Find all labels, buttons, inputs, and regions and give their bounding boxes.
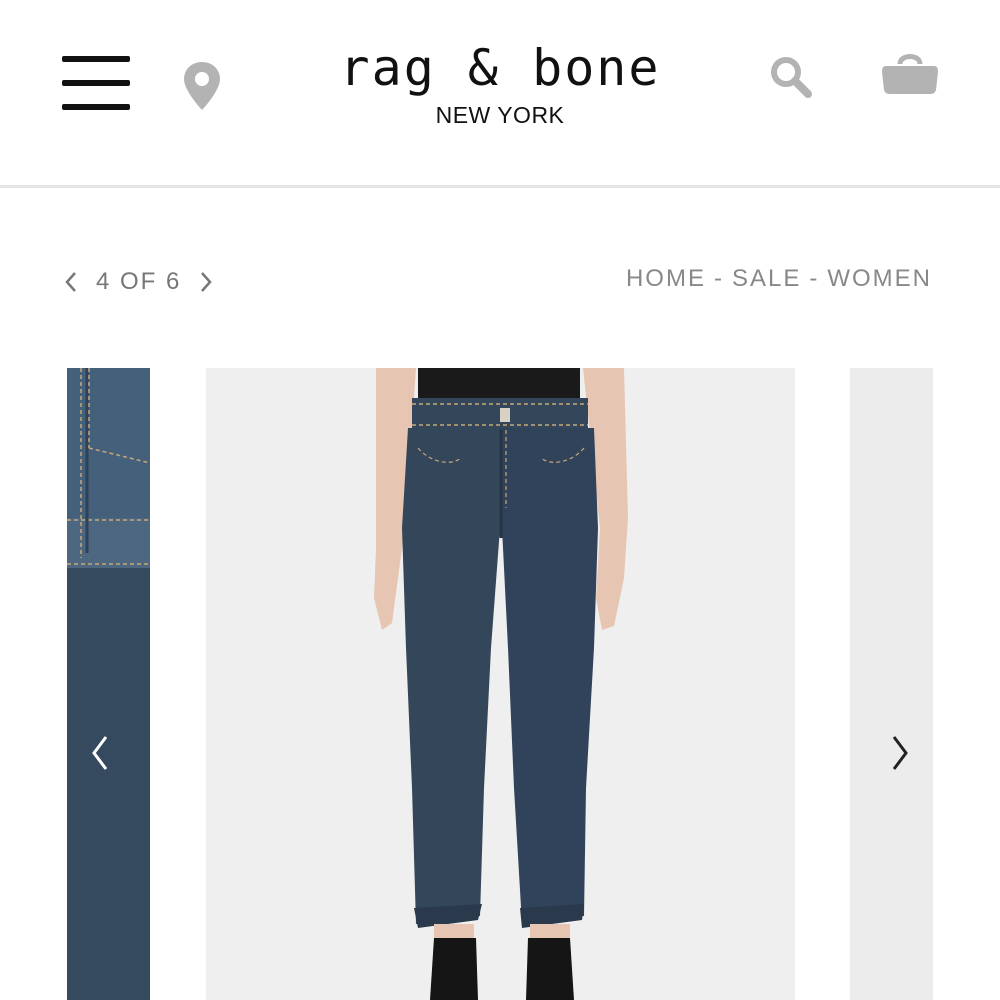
menu-bar <box>62 104 130 110</box>
carousel-next-button[interactable] <box>880 723 920 783</box>
jeans-model-image <box>206 368 795 1000</box>
previous-product-image[interactable] <box>67 368 150 1000</box>
shopping-bag-button[interactable] <box>880 46 940 98</box>
search-button[interactable] <box>768 54 814 100</box>
brand-logo[interactable]: rag & bone NEW YORK <box>300 38 700 129</box>
product-pager: 4 OF 6 <box>58 262 219 302</box>
denim-closeup-image <box>67 368 150 1000</box>
site-header: rag & bone NEW YORK <box>0 0 1000 188</box>
chevron-right-icon <box>201 272 213 292</box>
next-product-image-preview <box>850 368 933 1000</box>
search-icon <box>771 57 812 98</box>
store-locator-button[interactable] <box>180 60 224 112</box>
next-product-image[interactable] <box>850 368 933 1000</box>
menu-bar <box>62 80 130 86</box>
hamburger-menu-button[interactable] <box>62 54 130 112</box>
location-pin-icon <box>184 62 220 110</box>
main-product-image[interactable] <box>206 368 795 1000</box>
breadcrumb-separator: - <box>713 265 724 292</box>
logo-wordmark: rag & bone <box>339 39 661 97</box>
pager-count: 4 OF 6 <box>96 268 182 295</box>
breadcrumb-women[interactable]: WOMEN <box>827 265 932 293</box>
breadcrumb: HOME - SALE - WOMEN <box>626 262 932 296</box>
chevron-left-icon <box>65 272 76 292</box>
pager-next-button[interactable] <box>193 264 219 300</box>
carousel-prev-button[interactable] <box>80 723 120 783</box>
pager-prev-button[interactable] <box>58 264 84 300</box>
shopping-bag-icon <box>882 54 938 94</box>
logo-subtitle: NEW YORK <box>435 102 565 128</box>
product-image-carousel[interactable] <box>0 368 1000 1000</box>
breadcrumb-separator: - <box>809 265 820 292</box>
menu-bar <box>62 56 130 62</box>
chevron-right-icon <box>892 736 908 770</box>
breadcrumb-sale[interactable]: SALE <box>732 265 801 293</box>
breadcrumb-home[interactable]: HOME <box>626 265 706 293</box>
chevron-left-icon <box>92 736 108 770</box>
